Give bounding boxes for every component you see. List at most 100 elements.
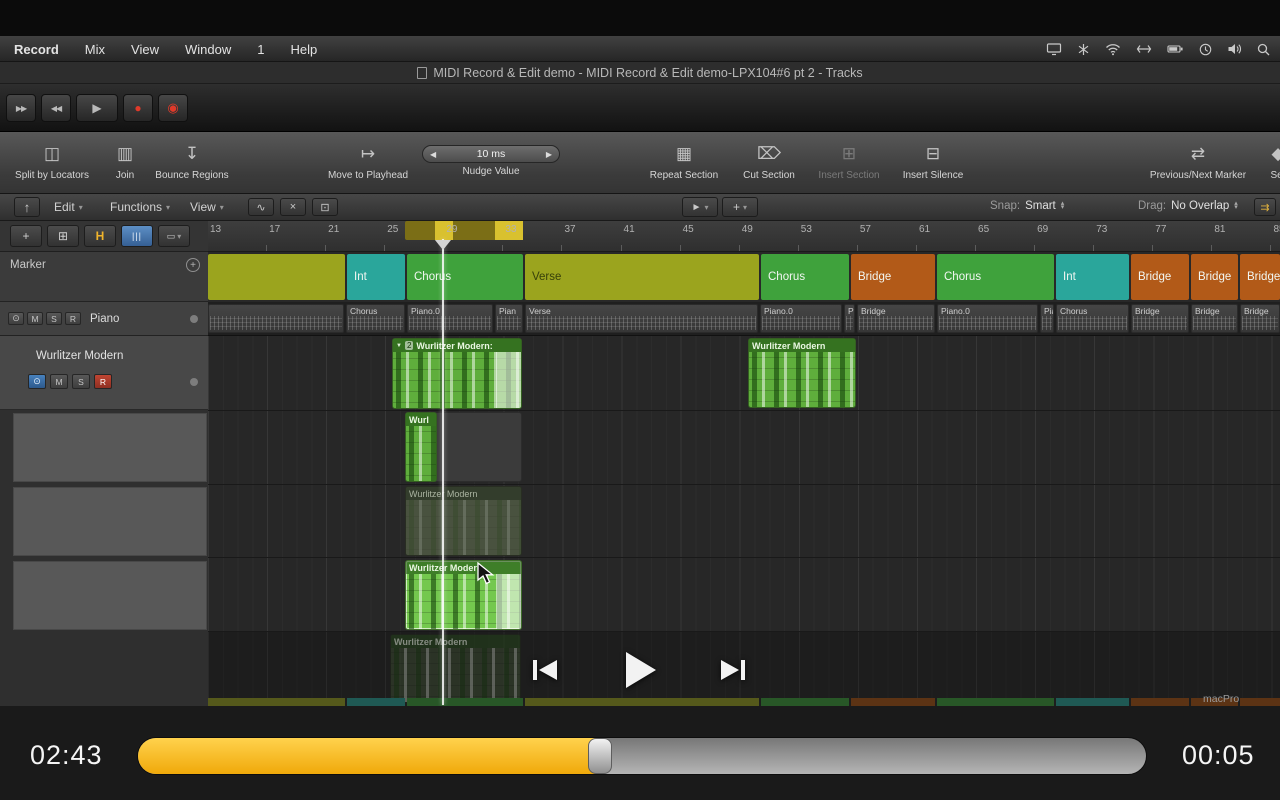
volume-icon[interactable] — [1227, 43, 1242, 55]
overview-region-pi[interactable]: Pi — [844, 304, 855, 333]
arrangement-marker-chorus[interactable]: Chorus — [761, 254, 849, 300]
overview-region[interactable] — [208, 304, 344, 333]
battery-icon[interactable] — [1167, 43, 1184, 55]
rewind-button[interactable]: ◀◀ — [41, 94, 71, 122]
drag-dropdown[interactable]: Drag: No Overlap ▴▾ — [1138, 200, 1238, 212]
overview-region-piano-0[interactable]: Piano.0 — [760, 304, 842, 333]
clock-icon[interactable] — [1199, 43, 1212, 56]
pointer-tool-button[interactable]: ►▾ — [682, 197, 718, 217]
playhead-handle[interactable] — [435, 240, 451, 250]
mute-button[interactable]: M — [50, 374, 68, 389]
mute-button[interactable]: M — [27, 312, 43, 325]
add-track-button[interactable]: + — [10, 225, 42, 247]
arrangement-marker-bridge[interactable]: Bridge — [851, 254, 935, 300]
midi-region-wurl[interactable]: Wurl — [405, 412, 437, 482]
video-progress-thumb[interactable] — [588, 738, 612, 774]
command-click-tool-button[interactable]: +▾ — [722, 197, 758, 217]
nudge-decrement-icon[interactable]: ◀ — [430, 150, 436, 159]
toolbar-previous-next-marker[interactable]: ⇄Previous/Next Marker — [1140, 141, 1256, 181]
record-button[interactable]: ● — [123, 94, 153, 122]
toolbar-insert-section[interactable]: ⊞Insert Section — [806, 141, 892, 181]
previous-video-button[interactable] — [527, 652, 563, 691]
track-power-button[interactable]: ⊙ — [8, 312, 24, 325]
bar-ruler[interactable]: 13172125293337414549535761656973778185 — [208, 221, 1280, 252]
catch-playhead-button[interactable]: ⇉ — [1254, 198, 1276, 216]
menu-item-view[interactable]: View — [131, 42, 159, 57]
duplicate-track-button[interactable]: ⊞ — [47, 225, 79, 247]
toolbar-repeat-section[interactable]: ▦Repeat Section — [638, 141, 730, 181]
overview-region-bridge[interactable]: Bridge — [1131, 304, 1189, 333]
overview-region-piano-0[interactable]: Piano.0 — [937, 304, 1038, 333]
toolbar-split-by-locators[interactable]: ◫Split by Locators — [4, 141, 100, 181]
piano-track-header[interactable]: ⊙ MSR Piano — [0, 302, 208, 336]
display-mirroring-icon[interactable] — [1046, 43, 1062, 56]
snap-dropdown[interactable]: Snap: Smart ▴▾ — [990, 200, 1064, 212]
next-video-button[interactable] — [715, 652, 751, 691]
hide-tracks-button[interactable]: H — [84, 225, 116, 247]
overview-region-bridge[interactable]: Bridge — [1240, 304, 1280, 333]
toolbar-set[interactable]: ◆Set — [1250, 141, 1280, 181]
menu-item-mix[interactable]: Mix — [85, 42, 105, 57]
arrangement-marker-chorus[interactable]: Chorus — [407, 254, 523, 300]
record-enable-dot[interactable] — [190, 378, 198, 386]
playhead-line[interactable] — [442, 239, 444, 705]
fast-user-switch-icon[interactable] — [1136, 43, 1152, 55]
overview-region-chorus[interactable]: Chorus — [346, 304, 405, 333]
arrangement-marker-unnamed[interactable] — [208, 254, 345, 300]
menu-item-record[interactable]: Record — [14, 42, 59, 57]
overview-region-piano-0[interactable]: Piano.0 — [407, 304, 493, 333]
midi-region-wurlitzer-modern[interactable]: Wurlitzer Modern — [405, 560, 522, 630]
record-button[interactable]: R — [65, 312, 81, 325]
play-video-button[interactable] — [612, 644, 664, 699]
midi-region-wurlitzer-modern[interactable]: Wurlitzer Modern — [748, 338, 856, 408]
track-zoom-button[interactable]: ||| — [121, 225, 153, 247]
overview-region-chorus[interactable]: Chorus — [1056, 304, 1129, 333]
wurlitzer-track-header[interactable]: Wurlitzer Modern ⊙ MSR — [0, 336, 208, 410]
toolbar-insert-silence[interactable]: ⊟Insert Silence — [894, 141, 972, 181]
play-button[interactable]: ▶ — [76, 94, 118, 122]
spotlight-icon[interactable] — [1257, 43, 1270, 56]
add-marker-button[interactable]: + — [186, 258, 200, 272]
toolbar-bounce-regions[interactable]: ↧Bounce Regions — [146, 141, 238, 181]
automation-curve-button[interactable]: ∿ — [248, 198, 274, 216]
edit-menu[interactable]: Edit▾ — [54, 200, 83, 214]
arrangement-marker-bridge[interactable]: Bridge — [1240, 254, 1280, 300]
filter-button[interactable]: ⊡ — [312, 198, 338, 216]
toolbar-join[interactable]: ▥Join — [104, 141, 146, 181]
solo-button[interactable]: S — [46, 312, 62, 325]
overview-region-pian[interactable]: Pian — [1040, 304, 1054, 333]
track-options-dropdown[interactable]: ▭▾ — [158, 225, 190, 247]
crossfade-tool-button[interactable]: × — [280, 198, 306, 216]
overview-region-pian[interactable]: Pian — [495, 304, 523, 333]
menu-item-1[interactable]: 1 — [257, 42, 264, 57]
toolbar-cut-section[interactable]: ⌦Cut Section — [734, 141, 804, 181]
midi-region-wurlitzer-modern[interactable]: Wurlitzer Modern — [390, 634, 521, 703]
overview-region-bridge[interactable]: Bridge — [857, 304, 935, 333]
empty-track-header[interactable] — [13, 487, 207, 556]
menu-item-window[interactable]: Window — [185, 42, 231, 57]
video-progress-track[interactable] — [137, 737, 1147, 775]
services-icon[interactable] — [1077, 43, 1090, 56]
overview-region-bridge[interactable]: Bridge — [1191, 304, 1238, 333]
nudge-value-stepper[interactable]: ◀10 ms▶ — [422, 145, 560, 163]
record-button[interactable]: R — [94, 374, 112, 389]
solo-button[interactable]: S — [72, 374, 90, 389]
track-power-button[interactable]: ⊙ — [28, 374, 46, 389]
capture-record-button[interactable]: ◉ — [158, 94, 188, 122]
arrangement-marker-bridge[interactable]: Bridge — [1131, 254, 1189, 300]
midi-region-wurlitzer-modern[interactable]: ▼2Wurlitzer Modern: — [392, 338, 522, 409]
nudge-increment-icon[interactable]: ▶ — [546, 150, 552, 159]
view-menu[interactable]: View▾ — [190, 200, 224, 214]
back-button[interactable]: ↑ — [14, 197, 40, 217]
record-enable-dot[interactable] — [190, 315, 198, 323]
forward-button[interactable]: ▶▶ — [6, 94, 36, 122]
overview-region-verse[interactable]: Verse — [525, 304, 758, 333]
arrangement-marker-int[interactable]: Int — [1056, 254, 1129, 300]
arrangement-marker-chorus[interactable]: Chorus — [937, 254, 1054, 300]
menu-item-help[interactable]: Help — [290, 42, 317, 57]
arrangement-marker-int[interactable]: Int — [347, 254, 405, 300]
wifi-icon[interactable] — [1105, 43, 1121, 56]
arrangement-marker-bridge[interactable]: Bridge — [1191, 254, 1238, 300]
empty-track-header[interactable] — [13, 561, 207, 630]
midi-region-wurlitzer-modern[interactable]: Wurlitzer Modern — [405, 486, 522, 556]
